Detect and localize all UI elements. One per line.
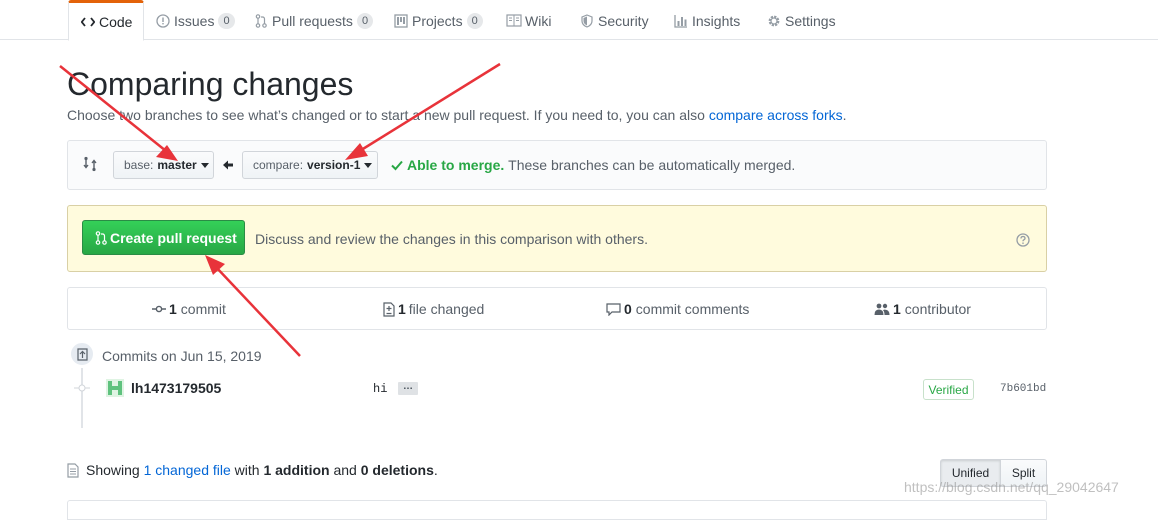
- compare-switch-icon[interactable]: [82, 156, 98, 175]
- merge-status: Able to merge. These branches can be aut…: [391, 157, 795, 173]
- chevron-down-icon: [364, 162, 373, 168]
- watermark: https://blog.csdn.net/qq_29042647: [904, 479, 1119, 495]
- base-branch-select[interactable]: base: master: [113, 151, 214, 179]
- file-icon: [67, 462, 79, 478]
- tab-code-label: Code: [99, 13, 133, 30]
- comments-count: 0: [624, 301, 632, 317]
- tab-insights-label: Insights: [692, 12, 741, 29]
- files-summary-suffix: .: [433, 462, 438, 478]
- git-pull-request-icon: [253, 13, 269, 28]
- commit-message-link[interactable]: hi: [373, 382, 387, 396]
- tab-projects-label: Projects: [412, 12, 463, 29]
- tab-insights[interactable]: Insights: [673, 0, 740, 41]
- files-summary-prefix: Showing: [86, 462, 140, 478]
- project-icon: [393, 13, 409, 28]
- tab-issues-label: Issues: [174, 12, 215, 29]
- tab-issues[interactable]: Issues 0: [155, 0, 235, 41]
- commits-group-title: Commits on Jun 15, 2019: [102, 348, 262, 364]
- compare-across-forks-link[interactable]: compare across forks: [709, 107, 843, 123]
- files-summary-and: and: [333, 462, 357, 478]
- projects-count-badge: 0: [466, 12, 483, 29]
- tab-projects[interactable]: Projects 0: [393, 0, 483, 41]
- gear-icon: [766, 14, 782, 28]
- commit-dot-icon: [74, 384, 90, 392]
- repo-push-icon: [76, 347, 88, 361]
- comments-label: commit comments: [635, 301, 750, 317]
- files-summary: Showing 1 changed file with 1 addition a…: [67, 462, 438, 478]
- commits-group-badge: [69, 341, 95, 367]
- people-icon: [874, 303, 890, 315]
- tab-pull-requests[interactable]: Pull requests 0: [253, 0, 374, 41]
- tab-settings-label: Settings: [785, 12, 836, 29]
- contributors-label: contributor: [904, 301, 971, 317]
- files-changed-stat[interactable]: 1 file changed: [383, 301, 484, 317]
- commits-count: 1: [169, 301, 177, 317]
- files-count: 1: [398, 301, 406, 317]
- check-icon: [391, 159, 403, 171]
- author-avatar[interactable]: [106, 379, 124, 397]
- commit-comments-stat[interactable]: 0 commit comments: [606, 301, 749, 317]
- tab-security[interactable]: Security: [579, 0, 649, 41]
- page-description: Choose two branches to see what’s change…: [67, 107, 847, 123]
- repo-nav-tabs: Code Issues 0 Pull requests 0 Projects 0…: [0, 0, 1158, 41]
- tab-security-label: Security: [598, 12, 649, 29]
- timeline-line: [81, 368, 83, 428]
- contributors-stat[interactable]: 1 contributor: [874, 301, 971, 317]
- graph-icon: [673, 14, 689, 28]
- issues-count-badge: 0: [218, 12, 235, 29]
- commit-author-link[interactable]: lh1473179505: [131, 380, 221, 396]
- contributors-count: 1: [893, 301, 901, 317]
- chevron-down-icon: [200, 162, 209, 168]
- tab-wiki-label: Wiki: [525, 12, 552, 29]
- files-summary-middle: with: [234, 462, 260, 478]
- pull-requests-count-badge: 0: [356, 12, 374, 29]
- issue-icon: [155, 13, 171, 28]
- base-branch-label: base:: [124, 158, 154, 172]
- compare-branch-value: version-1: [307, 158, 361, 172]
- compare-branch-select[interactable]: compare: version-1: [242, 151, 378, 179]
- git-commit-icon: [152, 304, 166, 314]
- merge-status-label: Able to merge.: [407, 157, 505, 173]
- create-pr-message: Discuss and review the changes in this c…: [255, 231, 648, 247]
- commits-label: commit: [180, 301, 226, 317]
- page-description-suffix: .: [842, 107, 847, 123]
- create-pull-request-label: Create pull request: [110, 229, 237, 246]
- tab-pull-requests-label: Pull requests: [272, 12, 353, 29]
- changed-files-link[interactable]: 1 changed file: [144, 462, 231, 478]
- create-pull-request-button[interactable]: Create pull request: [82, 220, 245, 255]
- comment-icon: [606, 302, 621, 316]
- file-diff-header: [67, 500, 1047, 520]
- book-icon: [506, 14, 522, 27]
- code-icon: [80, 16, 96, 28]
- page-description-text: Choose two branches to see what’s change…: [67, 107, 709, 123]
- compare-branch-label: compare:: [253, 158, 304, 172]
- expand-commit-message-button[interactable]: …: [398, 382, 418, 395]
- files-label: file changed: [408, 301, 485, 317]
- tab-code[interactable]: Code: [68, 0, 144, 41]
- tab-settings[interactable]: Settings: [766, 0, 836, 41]
- additions-count: 1 addition: [263, 462, 330, 478]
- file-diff-icon: [383, 301, 395, 317]
- deletions-count: 0 deletions: [360, 462, 434, 478]
- tab-wiki[interactable]: Wiki: [506, 0, 551, 41]
- arrow-left-icon: [222, 158, 234, 174]
- page-title: Comparing changes: [67, 66, 354, 102]
- git-pull-request-icon: [95, 230, 107, 245]
- question-icon[interactable]: [1016, 233, 1030, 250]
- shield-icon: [579, 13, 595, 28]
- commits-stat[interactable]: 1 commit: [152, 301, 226, 317]
- base-branch-value: master: [157, 158, 197, 172]
- commit-sha-link[interactable]: 7b601bd: [1000, 383, 1046, 395]
- merge-status-message: These branches can be automatically merg…: [508, 157, 796, 173]
- verified-badge[interactable]: Verified: [923, 379, 974, 400]
